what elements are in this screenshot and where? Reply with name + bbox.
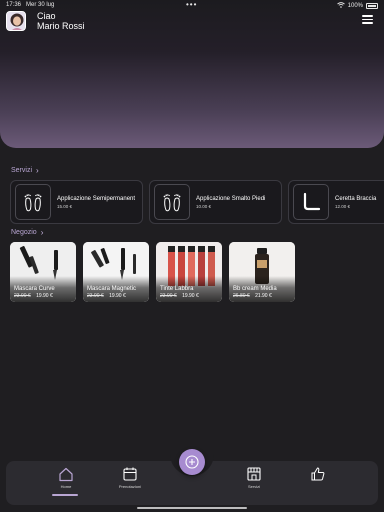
shop-section-header[interactable]: Negozio › bbox=[11, 228, 43, 237]
product-name: Mascara Curve bbox=[14, 286, 55, 292]
multitasking-dots-icon[interactable]: ••• bbox=[186, 0, 197, 9]
services-section-header[interactable]: Servizi › bbox=[11, 166, 39, 175]
status-bar: 17:36 Mer 30 lug ••• 100% bbox=[0, 0, 384, 10]
products-carousel[interactable]: Mascara Curve 23.90 € 19.90 € Mascara Ma… bbox=[10, 242, 384, 302]
status-time: 17:36 bbox=[6, 2, 22, 8]
shop-title: Negozio bbox=[11, 229, 37, 236]
product-card[interactable]: Mascara Magnetic 23.90 € 19.90 € bbox=[83, 242, 149, 302]
avatar[interactable] bbox=[6, 11, 26, 31]
nav-label: Home bbox=[60, 484, 72, 489]
nav-label: Prenotazioni bbox=[118, 484, 142, 489]
calendar-icon bbox=[123, 467, 137, 481]
nav-label: Servizi bbox=[247, 484, 260, 489]
services-carousel[interactable]: Applicazione Semipermanent 15.00 € Appli… bbox=[10, 180, 384, 225]
arm-icon bbox=[293, 184, 329, 220]
status-date: Mer 30 lug bbox=[26, 2, 55, 8]
nav-item-servizi[interactable]: Servizi bbox=[234, 466, 274, 489]
product-old-price: 23.90 € bbox=[87, 293, 104, 299]
home-indicator[interactable] bbox=[137, 507, 247, 509]
wifi-icon bbox=[336, 2, 345, 10]
product-new-price: 19.90 € bbox=[109, 293, 126, 299]
chevron-right-icon: › bbox=[40, 228, 44, 237]
service-name: Applicazione Semipermanent bbox=[57, 195, 136, 202]
greeting-text: Ciao bbox=[37, 11, 56, 21]
product-name: Bb cream Media bbox=[233, 286, 277, 292]
services-title: Servizi bbox=[11, 167, 33, 174]
home-icon bbox=[59, 467, 73, 482]
hamburger-menu-icon[interactable] bbox=[362, 15, 373, 24]
service-card[interactable]: Ceretta Braccia 12.00 € bbox=[288, 180, 384, 224]
service-price: 10.00 € bbox=[196, 203, 212, 209]
product-name: Mascara Magnetic bbox=[87, 286, 137, 292]
plus-icon bbox=[185, 455, 199, 469]
service-card[interactable]: Applicazione Semipermanent 15.00 € bbox=[10, 180, 143, 224]
nav-item-feedback[interactable] bbox=[298, 466, 338, 484]
service-card[interactable]: Applicazione Smalto Piedi 10.00 € bbox=[149, 180, 282, 224]
feet-icon bbox=[154, 184, 190, 220]
product-card[interactable]: Tinte Labbra 23.90 € 19.90 € bbox=[156, 242, 222, 302]
nav-active-indicator bbox=[52, 494, 78, 496]
product-new-price: 19.90 € bbox=[182, 293, 199, 299]
store-icon bbox=[247, 467, 261, 481]
battery-percent: 100% bbox=[347, 3, 363, 9]
greeting-block: Ciao Mario Rossi bbox=[37, 11, 85, 31]
service-name: Ceretta Braccia bbox=[335, 195, 377, 202]
product-new-price: 21.90 € bbox=[255, 293, 272, 299]
chevron-right-icon: › bbox=[36, 166, 39, 175]
service-price: 12.00 € bbox=[335, 203, 351, 209]
add-button[interactable] bbox=[179, 449, 205, 475]
product-old-price: 26.80 € bbox=[233, 293, 250, 299]
service-name: Applicazione Smalto Piedi bbox=[196, 195, 266, 202]
product-name: Tinte Labbra bbox=[160, 286, 194, 292]
service-price: 15.00 € bbox=[57, 203, 73, 209]
product-old-price: 23.90 € bbox=[160, 293, 177, 299]
nav-item-prenotazioni[interactable]: Prenotazioni bbox=[110, 466, 150, 489]
battery-icon bbox=[366, 3, 378, 9]
product-card[interactable]: Bb cream Media 26.80 € 21.90 € bbox=[229, 242, 295, 302]
product-card[interactable]: Mascara Curve 23.90 € 19.90 € bbox=[10, 242, 76, 302]
thumbs-up-icon bbox=[311, 467, 325, 481]
product-old-price: 23.90 € bbox=[14, 293, 31, 299]
feet-icon bbox=[15, 184, 51, 220]
user-name: Mario Rossi bbox=[37, 21, 85, 31]
nav-item-home[interactable]: Home bbox=[46, 466, 86, 489]
product-new-price: 19.90 € bbox=[36, 293, 53, 299]
